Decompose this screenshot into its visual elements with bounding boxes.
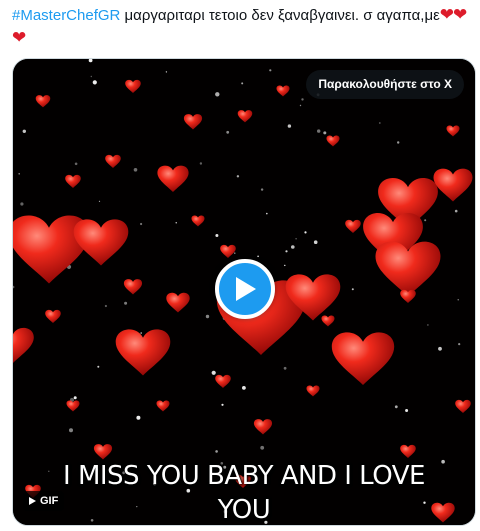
gif-badge: GIF [23, 491, 65, 511]
hashtag-link[interactable]: #MasterChefGR [12, 7, 120, 24]
sparkle-dot [20, 202, 24, 206]
sparkle-dot [234, 252, 236, 254]
sparkle-dot [133, 168, 138, 172]
gif-label: GIF [40, 495, 59, 507]
sparkle-dot [260, 445, 265, 450]
sparkle-dot [323, 131, 327, 135]
gif-caption-line-1: I MISS YOU BABY AND I LOVE [63, 461, 425, 491]
gif-play-icon [29, 497, 36, 505]
sparkle-dot [424, 219, 427, 222]
sparkle-dot [22, 129, 26, 133]
sparkle-dot [92, 80, 97, 85]
sparkle-dot [283, 366, 287, 370]
sparkle-dot [98, 200, 101, 202]
sparkle-dot [427, 324, 429, 326]
play-button[interactable] [215, 259, 275, 319]
sparkle-dot [291, 245, 295, 249]
sparkle-dot [90, 75, 93, 78]
sparkle-dot [301, 98, 304, 101]
sparkle-dot [97, 365, 100, 368]
sparkle-dot [299, 104, 302, 107]
sparkle-dot [266, 212, 268, 215]
sparkle-dot [140, 332, 142, 334]
gif-media[interactable]: Παρακολουθήστε στο X I MISS YOU BABY AND… [12, 58, 476, 526]
sparkle-dot [394, 405, 398, 409]
sparkle-dot [211, 370, 216, 375]
sparkle-dot [438, 346, 442, 351]
sparkle-dot [405, 409, 409, 412]
sparkle-dot [269, 69, 272, 72]
sparkle-dot [215, 450, 218, 453]
sparkle-dot [215, 92, 220, 97]
sparkle-dot [304, 231, 307, 234]
sparkle-dot [458, 343, 461, 346]
sparkle-dot [236, 175, 240, 178]
sparkle-dot [378, 122, 381, 124]
sparkle-dot [260, 188, 264, 191]
sparkle-dot [69, 428, 73, 433]
play-icon [236, 277, 256, 301]
gif-caption-line-2: YOU [217, 495, 271, 525]
sparkle-dot [257, 255, 259, 258]
sparkle-dot [199, 162, 203, 165]
sparkle-dot [313, 240, 318, 244]
sparkle-dot [287, 124, 292, 128]
tweet-text: #MasterChefGR μαργαριταρι τετοιο δεν ξαν… [12, 4, 472, 50]
sparkle-dot [351, 288, 354, 291]
sparkle-dot [215, 234, 219, 237]
sparkle-dot [295, 238, 297, 240]
sparkle-dot [284, 264, 286, 267]
sparkle-dot [205, 314, 210, 319]
sparkle-dot [74, 162, 78, 166]
sparkle-dot [241, 82, 244, 85]
sparkle-dot [175, 222, 177, 224]
sparkle-dot [73, 396, 77, 400]
tweet-body: μαργαριταρι τετοιο δεν ξαναβγαινει. σ αγ… [120, 7, 440, 24]
sparkle-dot [242, 386, 246, 390]
sparkle-dot [136, 415, 141, 420]
sparkle-dot [140, 222, 143, 226]
sparkle-dot [104, 304, 107, 308]
sparkle-dot [285, 250, 288, 253]
sparkle-dot [454, 209, 458, 213]
sparkle-dot [457, 299, 459, 301]
sparkle-dot [221, 403, 224, 406]
sparkle-dot [18, 173, 20, 175]
watch-on-x-button[interactable]: Παρακολουθήστε στο X [306, 70, 464, 99]
sparkle-dot [317, 129, 321, 133]
sparkle-dot [124, 301, 128, 305]
sparkle-dot [226, 130, 230, 134]
sparkle-dot [397, 141, 400, 144]
sparkle-dot [165, 71, 168, 73]
